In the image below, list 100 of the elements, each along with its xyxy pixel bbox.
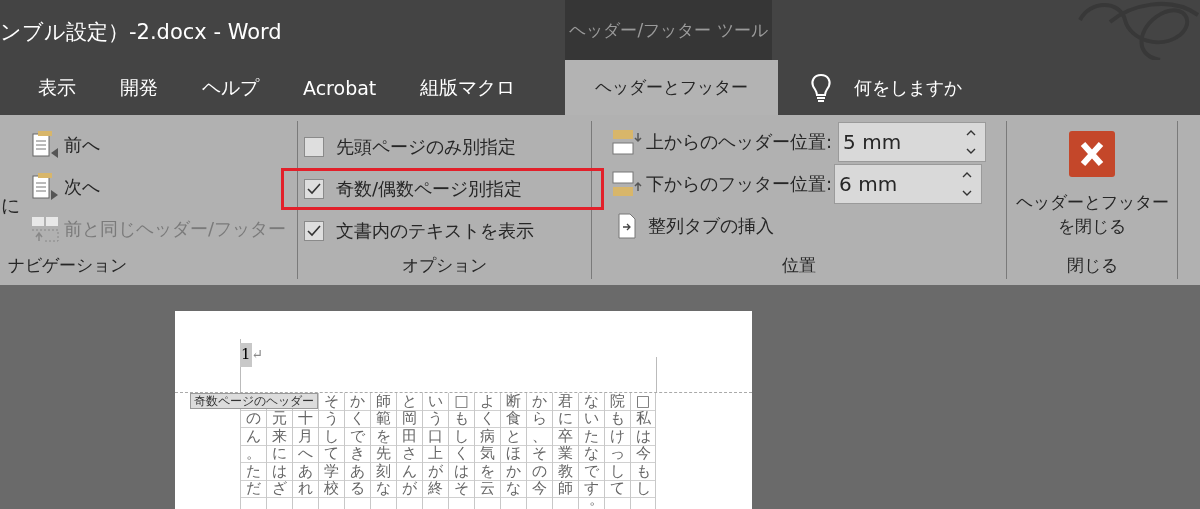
checkbox-label[interactable]: 奇数/偶数ページ別指定 (336, 177, 523, 201)
manuscript-character: の (532, 463, 547, 479)
ribbon-tab[interactable]: ヘッダーとフッター (565, 60, 779, 115)
checkbox-label[interactable]: 先頭ページのみ別指定 (336, 135, 516, 159)
manuscript-character: 口 (428, 428, 443, 444)
manuscript-character: 岡 (402, 411, 417, 427)
manuscript-character: も (610, 411, 625, 427)
manuscript-character: な (584, 393, 599, 409)
manuscript-character: そ (454, 481, 469, 497)
manuscript-character: 月 (298, 428, 313, 444)
manuscript-character: ん (246, 428, 261, 444)
manuscript-character: さ (402, 446, 417, 462)
manuscript-character: い (428, 393, 443, 409)
manuscript-character: 業 (558, 446, 573, 462)
position-icon (612, 169, 642, 199)
manuscript-character: 校 (324, 481, 339, 497)
spin-field[interactable]: 6 mm (834, 164, 983, 204)
manuscript-character: し (454, 428, 469, 444)
ribbon-tab[interactable]: 組版マクロ (398, 60, 538, 115)
manuscript-character: く (454, 446, 469, 462)
position-icon (612, 127, 642, 157)
manuscript-character: 院 (610, 393, 625, 409)
manuscript-character: 云 (480, 481, 495, 497)
manuscript-character: の (246, 411, 261, 427)
manuscript-character: い (584, 411, 599, 427)
manuscript-character: れ (298, 481, 313, 497)
page-arrow-icon (616, 212, 638, 240)
link-previous-icon (30, 214, 60, 244)
manuscript-character: へ (298, 446, 313, 462)
manuscript-character: っ (610, 446, 625, 462)
manuscript-character: 刻 (376, 463, 391, 479)
manuscript-character: 学 (324, 463, 339, 479)
manuscript-character: 君 (558, 393, 573, 409)
ribbon-tab[interactable]: 開発 (98, 60, 180, 115)
manuscript-character: に (558, 411, 573, 427)
ribbon-tab[interactable]: Acrobat (281, 60, 399, 115)
manuscript-character: を (480, 463, 495, 479)
manuscript-character: ほ (506, 446, 521, 462)
manuscript-character: と (506, 428, 521, 444)
manuscript-character: た (584, 428, 599, 444)
lightbulb-icon[interactable] (810, 72, 833, 103)
manuscript-character: く (480, 411, 495, 427)
button-label[interactable]: に (1, 193, 20, 219)
checkbox[interactable] (304, 179, 324, 199)
manuscript-character: 師 (376, 393, 391, 409)
manuscript-character: 師 (558, 481, 573, 497)
manuscript-character: で (584, 463, 599, 479)
manuscript-character: そ (324, 393, 339, 409)
tell-me-search[interactable]: 何をしますか (854, 75, 963, 100)
nav-button[interactable]: 前へ (30, 127, 287, 163)
manuscript-character: あ (298, 463, 313, 479)
manuscript-character: が (402, 481, 417, 497)
window-title: ンブル設定）-2.docx - Word (0, 19, 282, 46)
manuscript-character: 上 (428, 446, 443, 462)
context-tab-header: ヘッダー/フッター ツール (565, 0, 772, 60)
manuscript-character: な (584, 446, 599, 462)
field-label: 上からのヘッダー位置: (646, 130, 833, 154)
manuscript-character: 、 (532, 428, 547, 444)
insert-tab-button[interactable]: 整列タブの挿入 (612, 212, 774, 240)
manuscript-character: う (428, 411, 443, 427)
manuscript-character: □ (635, 393, 651, 409)
manuscript-character: で (350, 428, 365, 444)
checkbox-label[interactable]: 文書内のテキストを表示 (336, 219, 534, 243)
manuscript-character: 今 (635, 446, 651, 462)
manuscript-character: 来 (272, 428, 287, 444)
close-header-footer-button[interactable]: ヘッダーとフッター を閉じる (1015, 121, 1169, 254)
close-icon (1069, 131, 1115, 177)
manuscript-character: 食 (506, 411, 521, 427)
nav-button[interactable]: 次へ (30, 169, 287, 205)
header-tag: 奇数ページのヘッダー (190, 393, 318, 409)
ribbon-tab[interactable]: ヘルプ (180, 60, 281, 115)
field-label: 下からのフッター位置: (646, 172, 833, 196)
paragraph-mark: ↵ (251, 346, 264, 362)
manuscript-character: を (376, 428, 391, 444)
manuscript-character: 私 (635, 411, 651, 427)
ribbon-tab[interactable]: 表示 (16, 60, 98, 115)
checkbox[interactable] (304, 137, 324, 157)
manuscript-character: 先 (376, 446, 391, 462)
manuscript-character: □ (454, 393, 469, 409)
manuscript-character: な (376, 481, 391, 497)
manuscript-character: と (402, 393, 417, 409)
manuscript-character: て (324, 446, 339, 462)
manuscript-character: る (350, 481, 365, 497)
manuscript-character: 今 (532, 481, 547, 497)
spin-field[interactable]: 5 mm (838, 122, 987, 162)
manuscript-character: ざ (272, 481, 287, 497)
manuscript-character: し (635, 481, 651, 497)
manuscript-character: く (350, 411, 365, 427)
manuscript-character: 病 (480, 428, 495, 444)
group-label: ナビゲーション (7, 254, 127, 277)
manuscript-character: は (454, 463, 469, 479)
checkbox[interactable] (304, 221, 324, 241)
manuscript-character: な (506, 481, 521, 497)
manuscript-character: 範 (376, 411, 391, 427)
manuscript-character: に (272, 446, 287, 462)
group-label: 位置 (782, 254, 816, 277)
manuscript-character: 教 (558, 463, 573, 479)
manuscript-character: 気 (480, 446, 495, 462)
page-arrow-icon (30, 130, 60, 160)
group-label: 閉じる (1066, 254, 1118, 277)
